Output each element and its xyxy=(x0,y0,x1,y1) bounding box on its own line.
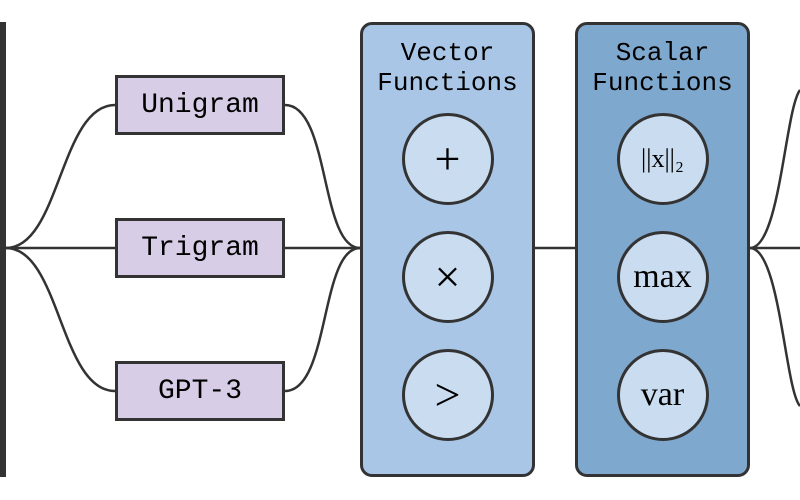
op-var-label: var xyxy=(641,376,684,414)
model-trigram-label: Trigram xyxy=(141,233,259,264)
scalar-functions-panel: ScalarFunctions ||x||₂ max var xyxy=(575,22,750,477)
model-gpt3: GPT-3 xyxy=(115,361,285,421)
model-unigram-label: Unigram xyxy=(141,90,259,121)
op-max: max xyxy=(617,231,709,323)
scalar-ops: ||x||₂ max var xyxy=(617,113,709,441)
op-norm-label: ||x||₂ xyxy=(641,144,684,174)
op-var: var xyxy=(617,349,709,441)
model-trigram: Trigram xyxy=(115,218,285,278)
vector-functions-panel: VectorFunctions + × > xyxy=(360,22,535,477)
op-max-label: max xyxy=(633,258,692,296)
left-bar xyxy=(0,22,6,477)
vector-panel-title: VectorFunctions xyxy=(377,39,517,99)
op-greater-label: > xyxy=(435,368,461,421)
model-gpt3-label: GPT-3 xyxy=(158,376,242,407)
op-add: + xyxy=(402,113,494,205)
op-multiply: × xyxy=(402,231,494,323)
model-unigram: Unigram xyxy=(115,75,285,135)
op-greater: > xyxy=(402,349,494,441)
op-norm: ||x||₂ xyxy=(617,113,709,205)
op-multiply-label: × xyxy=(435,250,461,303)
op-add-label: + xyxy=(435,132,461,185)
scalar-panel-title: ScalarFunctions xyxy=(592,39,732,99)
vector-ops: + × > xyxy=(402,113,494,441)
